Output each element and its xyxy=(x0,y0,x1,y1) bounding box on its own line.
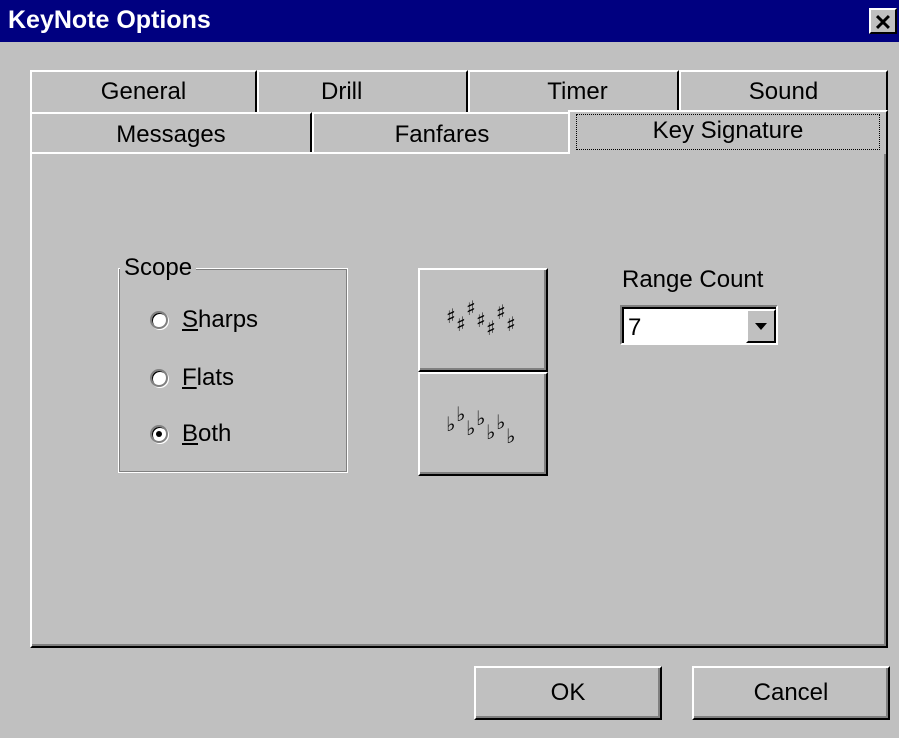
tab-timer-label: Timer xyxy=(547,78,608,105)
scope-group-label: Scope xyxy=(120,254,197,282)
tab-general-label: General xyxy=(100,78,187,105)
tab-sound-label: Sound xyxy=(748,78,819,105)
radio-both-dot xyxy=(156,431,162,437)
tab-key-signature[interactable]: Key Signature xyxy=(568,110,888,154)
tab-timer[interactable]: Timer xyxy=(468,70,679,112)
chevron-down-icon xyxy=(755,323,767,330)
ok-button-label: OK xyxy=(550,679,586,706)
sharps-signature-icon: ♯ ♯ ♯ ♯ ♯ ♯ ♯ xyxy=(446,296,516,340)
flats-signature-icon: ♭ ♭ ♭ ♭ ♭ ♭ ♭ xyxy=(446,402,516,448)
radio-both-label: Both xyxy=(182,420,232,447)
tab-general[interactable]: General xyxy=(30,70,257,112)
radio-flats[interactable]: Flats xyxy=(150,364,234,392)
range-count-value: 7 xyxy=(628,314,642,341)
tab-messages[interactable]: Messages xyxy=(30,112,312,154)
tab-drill[interactable]: Drill xyxy=(257,70,468,112)
flats-signature-button[interactable]: ♭ ♭ ♭ ♭ ♭ ♭ ♭ xyxy=(418,372,548,476)
sharps-signature-button[interactable]: ♯ ♯ ♯ ♯ ♯ ♯ ♯ xyxy=(418,268,548,372)
window-title: KeyNote Options xyxy=(8,6,211,34)
tab-key-signature-label: Key Signature xyxy=(652,117,804,144)
close-button[interactable]: ✕ xyxy=(869,8,897,35)
radio-flats-circle[interactable] xyxy=(150,369,168,387)
title-bar: KeyNote Options ✕ xyxy=(0,0,899,42)
tab-drill-label: Drill xyxy=(321,78,363,105)
tab-sound[interactable]: Sound xyxy=(679,70,888,112)
combo-inner: 7 xyxy=(622,307,776,343)
radio-both-circle[interactable] xyxy=(150,425,168,443)
range-count-combobox[interactable]: 7 xyxy=(620,305,778,345)
radio-sharps-circle[interactable] xyxy=(150,311,168,329)
radio-both[interactable]: Both xyxy=(150,420,231,448)
radio-sharps-label: Sharps xyxy=(182,306,259,333)
ok-button[interactable]: OK xyxy=(474,666,662,720)
radio-sharps[interactable]: Sharps xyxy=(150,306,258,334)
tab-messages-label: Messages xyxy=(116,121,226,148)
range-count-label: Range Count xyxy=(622,266,764,293)
tab-fanfares-label: Fanfares xyxy=(394,121,490,148)
tab-fanfares[interactable]: Fanfares xyxy=(312,112,572,154)
cancel-button[interactable]: Cancel xyxy=(692,666,890,720)
cancel-button-label: Cancel xyxy=(753,679,829,706)
radio-flats-label: Flats xyxy=(182,364,235,391)
combo-dropdown-button[interactable] xyxy=(746,309,776,343)
